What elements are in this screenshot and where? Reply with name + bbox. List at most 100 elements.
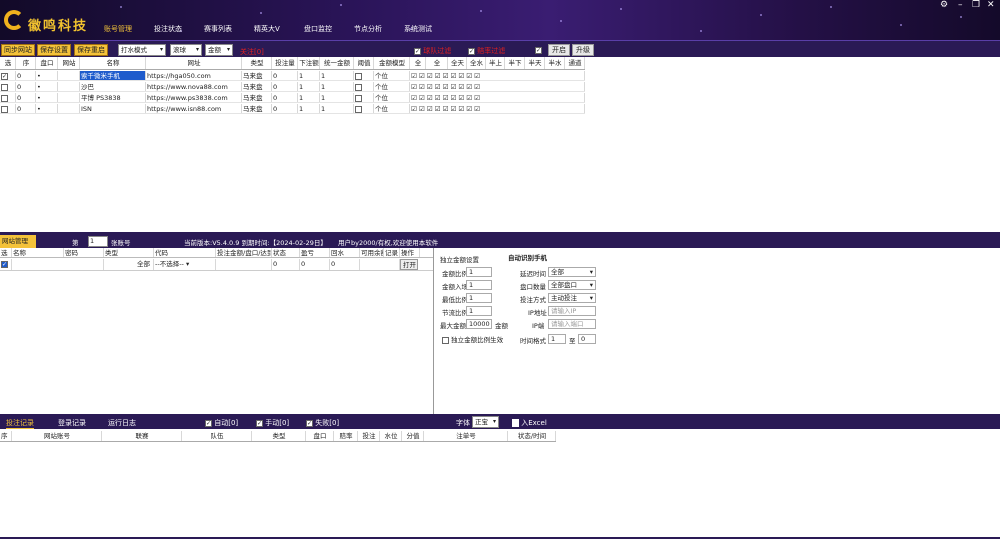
- row-url[interactable]: https://hga050.com: [146, 71, 242, 80]
- row-mult[interactable]: 1: [298, 82, 320, 91]
- team-filter-check[interactable]: ✓ 球队过滤: [414, 46, 451, 56]
- col-header[interactable]: 统一金额: [320, 57, 354, 69]
- font-select[interactable]: 正宝 ▾: [472, 416, 499, 428]
- col-header[interactable]: 类型: [252, 431, 306, 441]
- tab-bet-log[interactable]: 投注记录: [6, 418, 34, 429]
- col-header[interactable]: 选: [0, 57, 16, 69]
- row-name[interactable]: 索千微米手机: [80, 71, 146, 80]
- table-row[interactable]: 0 • 沙巴 https://www.nova88.com 马来盘 0 1 1 …: [0, 82, 585, 92]
- col-header[interactable]: 类型: [104, 248, 154, 257]
- page-stepper[interactable]: 1: [88, 236, 108, 247]
- row-mult[interactable]: 1: [298, 71, 320, 80]
- col-header[interactable]: 投注: [358, 431, 380, 441]
- close-icon[interactable]: ✕: [987, 0, 995, 10]
- col-header[interactable]: 状态: [272, 248, 300, 257]
- open-button[interactable]: 开启: [548, 44, 570, 56]
- col-header[interactable]: 选: [0, 248, 12, 257]
- row-mult[interactable]: 1: [298, 104, 320, 113]
- row-checkbox[interactable]: ✓: [0, 71, 16, 80]
- row-url[interactable]: https://www.nova88.com: [146, 82, 242, 91]
- entry-input[interactable]: 1: [466, 280, 492, 290]
- row-amount[interactable]: 0: [272, 93, 298, 102]
- row-type[interactable]: 马来盘: [242, 82, 272, 91]
- ratio-input[interactable]: 1: [466, 267, 492, 277]
- col-header[interactable]: 名称: [12, 248, 64, 257]
- row-checkbox[interactable]: [0, 82, 16, 91]
- tab-login-log[interactable]: 登录记录: [58, 418, 86, 428]
- restore-icon[interactable]: ❐: [972, 0, 980, 10]
- col-header[interactable]: 全: [426, 57, 448, 69]
- row-code-select[interactable]: --不选择-- ▾: [154, 259, 216, 270]
- row-amount[interactable]: 0: [272, 104, 298, 113]
- row-amount[interactable]: 0: [272, 71, 298, 80]
- time-from-input[interactable]: 1: [548, 334, 566, 344]
- col-header[interactable]: 全天: [448, 57, 467, 69]
- minimize-icon[interactable]: –: [958, 0, 963, 10]
- row-name[interactable]: ISN: [80, 104, 146, 113]
- col-header[interactable]: 网址: [146, 57, 242, 69]
- col-header[interactable]: 半天: [525, 57, 545, 69]
- table-row[interactable]: 0 • 平博 PS3838 https://www.ps3838.com 马来盘…: [0, 93, 585, 103]
- col-header[interactable]: 联赛: [102, 431, 182, 441]
- col-header[interactable]: 通道: [565, 57, 585, 69]
- col-header[interactable]: 网站账号: [12, 431, 102, 441]
- col-header[interactable]: 密码: [64, 248, 104, 257]
- bet-mode-select[interactable]: 主动投注 ▾: [548, 293, 596, 303]
- market-count-select[interactable]: 全部盘口 ▾: [548, 280, 596, 290]
- col-header[interactable]: 半下: [505, 57, 525, 69]
- sync-site-button[interactable]: 同步网站: [1, 44, 35, 56]
- site-manage-tab[interactable]: 网站管理: [0, 235, 36, 248]
- row-model[interactable]: 个位: [374, 71, 410, 80]
- max-amount-input[interactable]: 10000: [466, 319, 492, 329]
- table-row[interactable]: ✓ 全部 --不选择-- ▾ 0 0 0 打开: [0, 259, 433, 271]
- row-amount[interactable]: 0: [272, 82, 298, 91]
- row-model[interactable]: 个位: [374, 82, 410, 91]
- row-threshold[interactable]: [354, 82, 374, 91]
- row-model[interactable]: 个位: [374, 93, 410, 102]
- col-header[interactable]: 半上: [486, 57, 505, 69]
- save-restart-button[interactable]: 保存重启: [74, 44, 108, 56]
- min-ratio-input[interactable]: 1: [466, 293, 492, 303]
- col-header[interactable]: 盘口: [36, 57, 58, 69]
- time-to-input[interactable]: 0: [578, 334, 596, 344]
- row-flags[interactable]: ☑ ☑ ☑ ☑ ☑ ☑ ☑ ☑ ☑: [410, 82, 585, 91]
- row-threshold[interactable]: [354, 71, 374, 80]
- col-header[interactable]: 全水: [467, 57, 486, 69]
- row-unified[interactable]: 1: [320, 93, 354, 102]
- col-header[interactable]: 半水: [545, 57, 565, 69]
- row-checkbox[interactable]: ✓: [0, 259, 12, 270]
- row-type[interactable]: 马来盘: [242, 104, 272, 113]
- fail-check[interactable]: ✓ 失败[0]: [306, 418, 339, 428]
- mode-select[interactable]: 打水模式 ▾: [118, 44, 166, 56]
- nav-tab-2[interactable]: 投注状态: [154, 24, 182, 34]
- port-input[interactable]: 请输入端口: [548, 319, 596, 329]
- manual-check[interactable]: ✓ 手动[0]: [256, 418, 289, 428]
- throttle-input[interactable]: 1: [466, 306, 492, 316]
- settings-icon[interactable]: ⚙: [940, 0, 948, 10]
- amount-select[interactable]: 金额 ▾: [205, 44, 233, 56]
- row-name[interactable]: 沙巴: [80, 82, 146, 91]
- col-header[interactable]: 名称: [80, 57, 146, 69]
- nav-tab-7[interactable]: 系统测试: [404, 24, 432, 34]
- tab-run-log[interactable]: 运行日志: [108, 418, 136, 428]
- col-header[interactable]: 全: [410, 57, 426, 69]
- col-header[interactable]: 网站: [58, 57, 80, 69]
- row-model[interactable]: 个位: [374, 104, 410, 113]
- col-header[interactable]: 可用余额: [360, 248, 384, 257]
- row-type[interactable]: 马来盘: [242, 93, 272, 102]
- row-flags[interactable]: ☑ ☑ ☑ ☑ ☑ ☑ ☑ ☑ ☑: [410, 93, 585, 102]
- row-threshold[interactable]: [354, 104, 374, 113]
- auto-check[interactable]: ✓ 自动[0]: [205, 418, 238, 428]
- col-header[interactable]: 类型: [242, 57, 272, 69]
- nav-tab-6[interactable]: 节点分析: [354, 24, 382, 34]
- col-header[interactable]: 回水: [330, 248, 360, 257]
- col-header[interactable]: 序: [16, 57, 36, 69]
- row-name[interactable]: [12, 259, 104, 270]
- open-row-button[interactable]: 打开: [400, 259, 418, 270]
- row-threshold[interactable]: [354, 93, 374, 102]
- row-unified[interactable]: 1: [320, 71, 354, 80]
- row-type[interactable]: 马来盘: [242, 71, 272, 80]
- col-header[interactable]: 盘口: [306, 431, 334, 441]
- save-settings-button[interactable]: 保存设置: [37, 44, 71, 56]
- col-header[interactable]: 赔率: [334, 431, 358, 441]
